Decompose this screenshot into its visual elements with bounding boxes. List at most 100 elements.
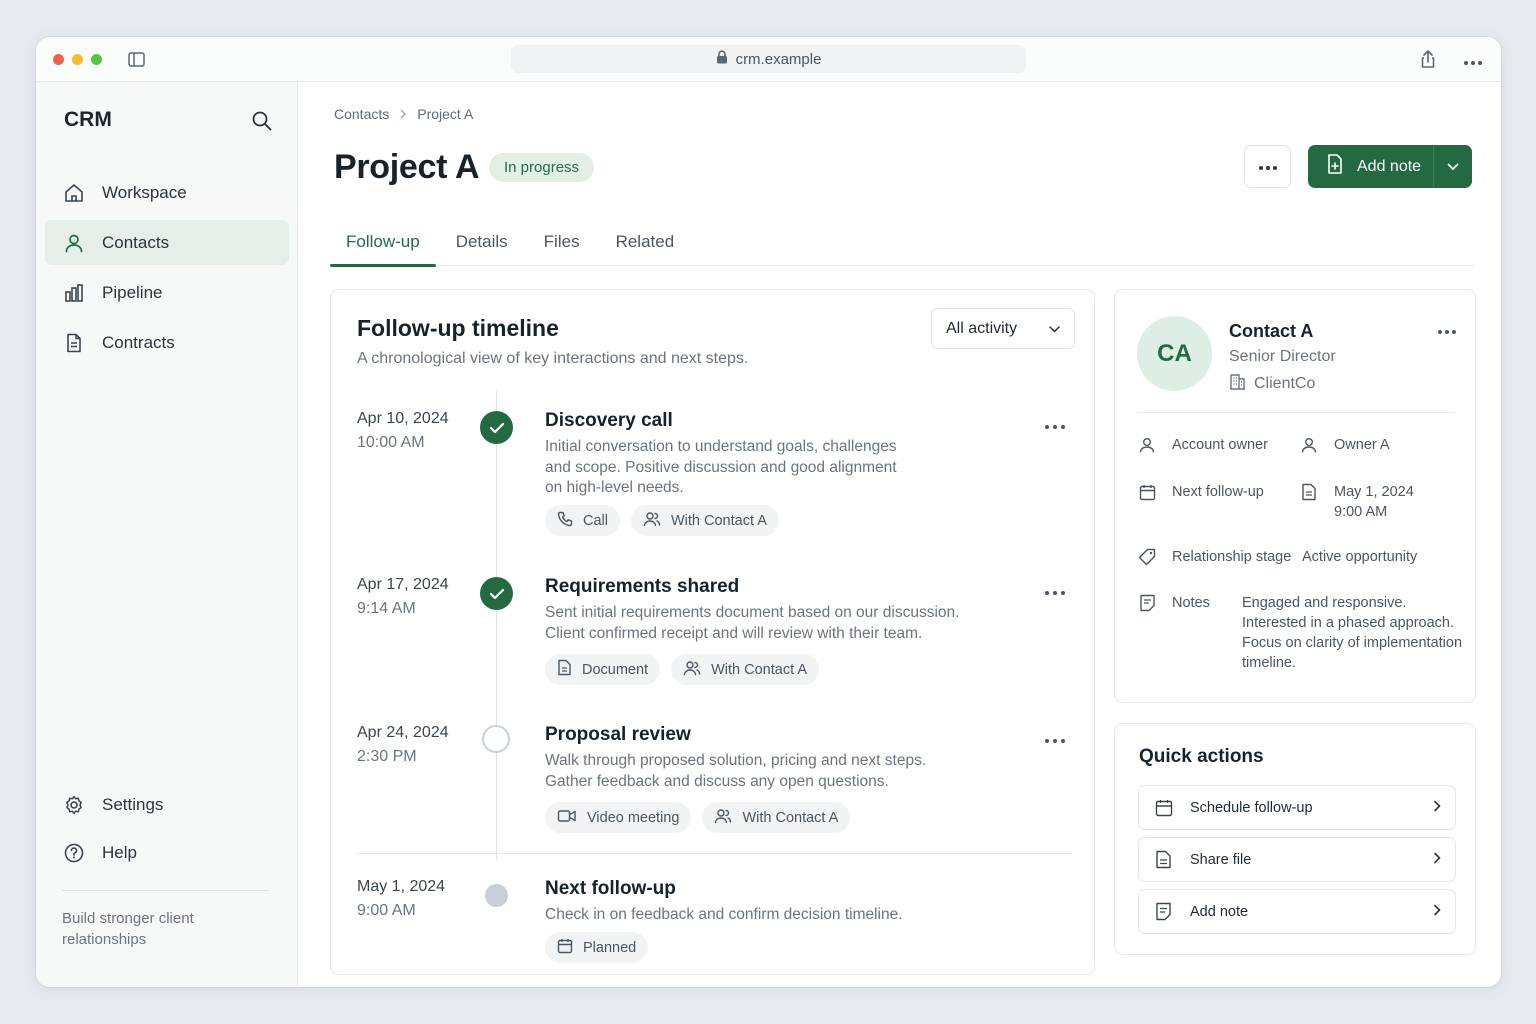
sidebar-item-workspace[interactable]: Workspace [45, 170, 289, 215]
chip-planned: Planned [545, 932, 649, 963]
entry-description-line: Gather feedback and discuss any open que… [545, 772, 889, 790]
minimize-window-button[interactable] [72, 54, 83, 65]
search-icon[interactable] [251, 110, 273, 132]
chevron-down-icon [1049, 320, 1060, 338]
timeline-divider [357, 853, 1072, 854]
add-note-button[interactable]: Add note [1308, 145, 1472, 188]
activity-filter-select[interactable]: All activity [931, 308, 1075, 349]
chip-call: Call [545, 505, 620, 536]
sidebar-item-pipeline[interactable]: Pipeline [45, 270, 289, 315]
entry-title[interactable]: Discovery call [545, 410, 673, 432]
more-icon [1258, 158, 1278, 176]
next-followup-date: May 1, 2024 [1334, 484, 1414, 500]
chip-video-meeting: Video meeting [545, 802, 692, 833]
tab-files[interactable]: Files [528, 218, 596, 266]
chip-participant: With Contact A [630, 505, 779, 536]
add-note-main[interactable]: Add note [1308, 145, 1433, 188]
timeline-card: Follow-up timeline A chronological view … [330, 289, 1095, 975]
entry-time: 9:14 AM [357, 600, 416, 617]
account-owner-label: Account owner [1172, 437, 1268, 453]
entry-time: 9:00 AM [357, 902, 416, 919]
chip-participant: With Contact A [702, 802, 851, 833]
next-followup-time: 9:00 AM [1334, 504, 1388, 520]
lock-icon [716, 50, 728, 68]
activity-filter-value: All activity [946, 319, 1018, 337]
entry-title[interactable]: Proposal review [545, 724, 691, 746]
tab-follow-up[interactable]: Follow-up [330, 218, 436, 267]
video-camera-icon [557, 809, 577, 827]
calendar-icon [1137, 482, 1157, 502]
planned-dot-icon [485, 884, 508, 907]
sidebar-item-contacts[interactable]: Contacts [45, 220, 289, 265]
sidebar-item-label: Help [102, 842, 137, 862]
entry-date: May 1, 2024 [357, 878, 446, 895]
stage-label: Relationship stage [1172, 549, 1292, 565]
close-window-button[interactable] [53, 54, 64, 65]
quick-add-note-button[interactable]: Add note [1138, 889, 1456, 934]
next-followup-value: May 1, 2024 9:00 AM [1334, 482, 1414, 522]
entry-title[interactable]: Requirements shared [545, 576, 739, 598]
calendar-icon [557, 938, 573, 958]
completed-check-icon [480, 577, 513, 610]
notes-value: Engaged and responsive. Interested in a … [1242, 593, 1462, 673]
sidebar-item-contracts[interactable]: Contracts [45, 320, 289, 365]
entry-chips: Video meeting With Contact A [545, 802, 851, 833]
sidebar-item-help[interactable]: Help [45, 830, 289, 875]
entry-description: Check in on feedback and confirm decisio… [545, 905, 903, 926]
schedule-follow-up-button[interactable]: Schedule follow-up [1138, 785, 1456, 830]
breadcrumb-contacts[interactable]: Contacts [334, 106, 389, 122]
chip-participant: With Contact A [671, 654, 819, 685]
entry-chips: Document With Contact A [545, 654, 819, 685]
tab-details[interactable]: Details [440, 218, 524, 266]
main-content: Contacts Project A Project A In progress… [298, 82, 1501, 987]
people-icon [714, 808, 732, 828]
entry-more-icon[interactable] [1044, 583, 1070, 595]
notes-line: Engaged and responsive. [1242, 595, 1407, 611]
address-bar[interactable]: crm.example [511, 45, 1026, 73]
home-icon [63, 182, 85, 204]
contact-more-icon[interactable] [1437, 322, 1459, 334]
account-owner-value[interactable]: Owner A [1334, 435, 1390, 455]
notes-line: Interested in a phased approach. [1242, 615, 1455, 631]
more-actions-button[interactable] [1244, 145, 1291, 188]
window-controls [53, 54, 102, 65]
note-icon [1155, 902, 1175, 922]
add-note-dropdown[interactable] [1434, 158, 1472, 176]
chevron-right-icon [1433, 800, 1441, 816]
tab-bar: Follow-up Details Files Related [330, 218, 1473, 267]
sidebar-toggle-icon[interactable] [128, 51, 145, 68]
chip-label: With Contact A [742, 809, 839, 826]
document-icon [1299, 482, 1319, 502]
chip-label: With Contact A [711, 661, 807, 678]
tab-related[interactable]: Related [600, 218, 691, 266]
entry-description-line: Walk through proposed solution, pricing … [545, 752, 927, 769]
chip-label: Video meeting [587, 809, 680, 826]
share-file-button[interactable]: Share file [1138, 837, 1456, 882]
entry-chips: Planned [545, 932, 649, 963]
sidebar-item-settings[interactable]: Settings [45, 782, 289, 827]
people-icon [683, 660, 701, 680]
share-icon[interactable] [1419, 49, 1437, 74]
contact-name[interactable]: Contact A [1229, 321, 1313, 342]
chevron-down-icon [1447, 158, 1459, 176]
entry-more-icon[interactable] [1044, 417, 1070, 429]
browser-more-icon[interactable] [1463, 53, 1483, 71]
user-icon [1137, 435, 1157, 455]
entry-title[interactable]: Next follow-up [545, 878, 676, 900]
quick-actions-title: Quick actions [1139, 746, 1264, 767]
maximize-window-button[interactable] [91, 54, 102, 65]
completed-check-icon [480, 411, 513, 444]
entry-date: Apr 10, 2024 [357, 410, 449, 427]
status-badge: In progress [489, 153, 595, 182]
help-icon [63, 842, 85, 864]
calendar-icon [1155, 798, 1175, 818]
user-icon [1299, 435, 1319, 455]
entry-description-line: Check in on feedback and confirm decisio… [545, 906, 903, 923]
browser-toolbar: crm.example [36, 37, 1501, 82]
entry-more-icon[interactable] [1044, 731, 1070, 743]
document-icon [63, 332, 85, 354]
entry-time: 2:30 PM [357, 748, 417, 765]
entry-date: Apr 17, 2024 [357, 576, 449, 593]
page-title: Project A [334, 148, 480, 186]
stage-value[interactable]: Active opportunity [1302, 547, 1417, 567]
